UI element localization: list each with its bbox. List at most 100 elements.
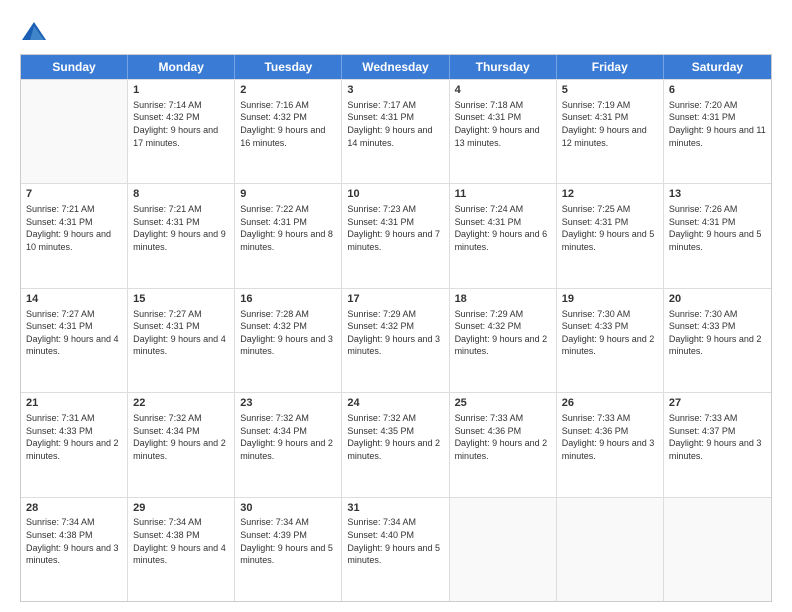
day-number: 4 (455, 83, 551, 98)
day-number: 11 (455, 187, 551, 202)
cell-info: Sunrise: 7:33 AM Sunset: 4:36 PM Dayligh… (455, 412, 551, 462)
calendar-cell: 23Sunrise: 7:32 AM Sunset: 4:34 PM Dayli… (235, 393, 342, 496)
day-number: 14 (26, 292, 122, 307)
cell-info: Sunrise: 7:25 AM Sunset: 4:31 PM Dayligh… (562, 203, 658, 253)
day-number: 15 (133, 292, 229, 307)
cell-info: Sunrise: 7:14 AM Sunset: 4:32 PM Dayligh… (133, 99, 229, 149)
calendar-cell: 7Sunrise: 7:21 AM Sunset: 4:31 PM Daylig… (21, 184, 128, 287)
logo-icon (20, 18, 48, 46)
day-number: 22 (133, 396, 229, 411)
calendar-cell: 27Sunrise: 7:33 AM Sunset: 4:37 PM Dayli… (664, 393, 771, 496)
calendar-cell (664, 498, 771, 601)
calendar-cell: 15Sunrise: 7:27 AM Sunset: 4:31 PM Dayli… (128, 289, 235, 392)
cell-info: Sunrise: 7:34 AM Sunset: 4:40 PM Dayligh… (347, 516, 443, 566)
cell-info: Sunrise: 7:24 AM Sunset: 4:31 PM Dayligh… (455, 203, 551, 253)
calendar-cell: 17Sunrise: 7:29 AM Sunset: 4:32 PM Dayli… (342, 289, 449, 392)
header-day: Sunday (21, 55, 128, 79)
day-number: 5 (562, 83, 658, 98)
day-number: 12 (562, 187, 658, 202)
cell-info: Sunrise: 7:29 AM Sunset: 4:32 PM Dayligh… (455, 308, 551, 358)
calendar-cell: 12Sunrise: 7:25 AM Sunset: 4:31 PM Dayli… (557, 184, 664, 287)
calendar-cell: 25Sunrise: 7:33 AM Sunset: 4:36 PM Dayli… (450, 393, 557, 496)
header-day: Friday (557, 55, 664, 79)
calendar-cell: 11Sunrise: 7:24 AM Sunset: 4:31 PM Dayli… (450, 184, 557, 287)
cell-info: Sunrise: 7:23 AM Sunset: 4:31 PM Dayligh… (347, 203, 443, 253)
calendar-cell: 6Sunrise: 7:20 AM Sunset: 4:31 PM Daylig… (664, 80, 771, 183)
day-number: 6 (669, 83, 766, 98)
calendar-cell: 3Sunrise: 7:17 AM Sunset: 4:31 PM Daylig… (342, 80, 449, 183)
cell-info: Sunrise: 7:33 AM Sunset: 4:36 PM Dayligh… (562, 412, 658, 462)
calendar-cell: 4Sunrise: 7:18 AM Sunset: 4:31 PM Daylig… (450, 80, 557, 183)
header-day: Saturday (664, 55, 771, 79)
calendar-cell (557, 498, 664, 601)
cell-info: Sunrise: 7:31 AM Sunset: 4:33 PM Dayligh… (26, 412, 122, 462)
day-number: 10 (347, 187, 443, 202)
day-number: 23 (240, 396, 336, 411)
calendar-cell (450, 498, 557, 601)
day-number: 9 (240, 187, 336, 202)
cell-info: Sunrise: 7:22 AM Sunset: 4:31 PM Dayligh… (240, 203, 336, 253)
day-number: 24 (347, 396, 443, 411)
cell-info: Sunrise: 7:29 AM Sunset: 4:32 PM Dayligh… (347, 308, 443, 358)
header-day: Tuesday (235, 55, 342, 79)
page: SundayMondayTuesdayWednesdayThursdayFrid… (0, 0, 792, 612)
day-number: 26 (562, 396, 658, 411)
day-number: 3 (347, 83, 443, 98)
calendar-cell: 26Sunrise: 7:33 AM Sunset: 4:36 PM Dayli… (557, 393, 664, 496)
cell-info: Sunrise: 7:21 AM Sunset: 4:31 PM Dayligh… (133, 203, 229, 253)
day-number: 19 (562, 292, 658, 307)
calendar-cell: 19Sunrise: 7:30 AM Sunset: 4:33 PM Dayli… (557, 289, 664, 392)
calendar-header: SundayMondayTuesdayWednesdayThursdayFrid… (21, 55, 771, 79)
cell-info: Sunrise: 7:33 AM Sunset: 4:37 PM Dayligh… (669, 412, 766, 462)
calendar-cell: 30Sunrise: 7:34 AM Sunset: 4:39 PM Dayli… (235, 498, 342, 601)
day-number: 8 (133, 187, 229, 202)
calendar-cell: 28Sunrise: 7:34 AM Sunset: 4:38 PM Dayli… (21, 498, 128, 601)
cell-info: Sunrise: 7:32 AM Sunset: 4:35 PM Dayligh… (347, 412, 443, 462)
header-day: Monday (128, 55, 235, 79)
calendar-cell: 29Sunrise: 7:34 AM Sunset: 4:38 PM Dayli… (128, 498, 235, 601)
day-number: 27 (669, 396, 766, 411)
calendar-row: 14Sunrise: 7:27 AM Sunset: 4:31 PM Dayli… (21, 288, 771, 392)
calendar-cell: 18Sunrise: 7:29 AM Sunset: 4:32 PM Dayli… (450, 289, 557, 392)
calendar-cell: 2Sunrise: 7:16 AM Sunset: 4:32 PM Daylig… (235, 80, 342, 183)
day-number: 20 (669, 292, 766, 307)
calendar-cell: 24Sunrise: 7:32 AM Sunset: 4:35 PM Dayli… (342, 393, 449, 496)
day-number: 1 (133, 83, 229, 98)
logo (20, 18, 52, 46)
cell-info: Sunrise: 7:16 AM Sunset: 4:32 PM Dayligh… (240, 99, 336, 149)
calendar-row: 28Sunrise: 7:34 AM Sunset: 4:38 PM Dayli… (21, 497, 771, 601)
cell-info: Sunrise: 7:32 AM Sunset: 4:34 PM Dayligh… (133, 412, 229, 462)
cell-info: Sunrise: 7:17 AM Sunset: 4:31 PM Dayligh… (347, 99, 443, 149)
cell-info: Sunrise: 7:30 AM Sunset: 4:33 PM Dayligh… (562, 308, 658, 358)
cell-info: Sunrise: 7:34 AM Sunset: 4:38 PM Dayligh… (133, 516, 229, 566)
header-day: Wednesday (342, 55, 449, 79)
cell-info: Sunrise: 7:34 AM Sunset: 4:39 PM Dayligh… (240, 516, 336, 566)
calendar-body: 1Sunrise: 7:14 AM Sunset: 4:32 PM Daylig… (21, 79, 771, 601)
cell-info: Sunrise: 7:21 AM Sunset: 4:31 PM Dayligh… (26, 203, 122, 253)
cell-info: Sunrise: 7:18 AM Sunset: 4:31 PM Dayligh… (455, 99, 551, 149)
calendar-cell: 14Sunrise: 7:27 AM Sunset: 4:31 PM Dayli… (21, 289, 128, 392)
cell-info: Sunrise: 7:30 AM Sunset: 4:33 PM Dayligh… (669, 308, 766, 358)
calendar-cell: 9Sunrise: 7:22 AM Sunset: 4:31 PM Daylig… (235, 184, 342, 287)
header (20, 18, 772, 46)
day-number: 29 (133, 501, 229, 516)
cell-info: Sunrise: 7:26 AM Sunset: 4:31 PM Dayligh… (669, 203, 766, 253)
calendar: SundayMondayTuesdayWednesdayThursdayFrid… (20, 54, 772, 602)
day-number: 2 (240, 83, 336, 98)
calendar-cell: 31Sunrise: 7:34 AM Sunset: 4:40 PM Dayli… (342, 498, 449, 601)
calendar-cell: 10Sunrise: 7:23 AM Sunset: 4:31 PM Dayli… (342, 184, 449, 287)
day-number: 25 (455, 396, 551, 411)
calendar-cell: 13Sunrise: 7:26 AM Sunset: 4:31 PM Dayli… (664, 184, 771, 287)
calendar-cell: 21Sunrise: 7:31 AM Sunset: 4:33 PM Dayli… (21, 393, 128, 496)
cell-info: Sunrise: 7:34 AM Sunset: 4:38 PM Dayligh… (26, 516, 122, 566)
cell-info: Sunrise: 7:27 AM Sunset: 4:31 PM Dayligh… (26, 308, 122, 358)
day-number: 30 (240, 501, 336, 516)
day-number: 7 (26, 187, 122, 202)
cell-info: Sunrise: 7:32 AM Sunset: 4:34 PM Dayligh… (240, 412, 336, 462)
calendar-cell: 1Sunrise: 7:14 AM Sunset: 4:32 PM Daylig… (128, 80, 235, 183)
day-number: 16 (240, 292, 336, 307)
cell-info: Sunrise: 7:20 AM Sunset: 4:31 PM Dayligh… (669, 99, 766, 149)
calendar-cell: 16Sunrise: 7:28 AM Sunset: 4:32 PM Dayli… (235, 289, 342, 392)
day-number: 13 (669, 187, 766, 202)
calendar-row: 1Sunrise: 7:14 AM Sunset: 4:32 PM Daylig… (21, 79, 771, 183)
